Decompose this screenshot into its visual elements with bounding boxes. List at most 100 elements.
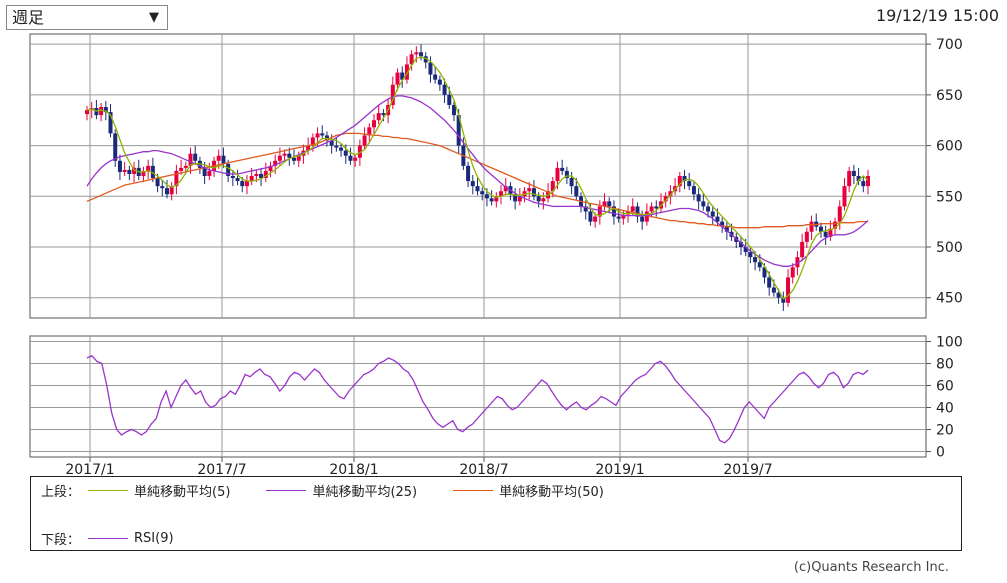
legend-row-upper: 上段： 単純移動平均(5) 単純移動平均(25) 単純移動平均(50) bbox=[41, 481, 636, 500]
candle-body bbox=[334, 145, 339, 148]
legend-label-sma25: 単純移動平均(25) bbox=[312, 485, 418, 500]
price-tick-label: 700 bbox=[936, 37, 963, 53]
candle-body bbox=[348, 155, 353, 161]
candle-body bbox=[470, 181, 475, 187]
candle-body bbox=[866, 176, 870, 187]
candle-body bbox=[353, 157, 358, 161]
candle-body bbox=[753, 257, 758, 263]
candle-body bbox=[809, 221, 814, 232]
candle-body bbox=[371, 120, 376, 128]
rsi-tick-label: 60 bbox=[936, 379, 954, 395]
candle-body bbox=[207, 170, 212, 176]
candle-body bbox=[343, 150, 348, 156]
candle-body bbox=[282, 153, 287, 156]
candle-body bbox=[837, 206, 842, 222]
candle-body bbox=[320, 133, 325, 136]
price-tick-label: 550 bbox=[936, 189, 963, 205]
candle-body bbox=[569, 178, 574, 187]
candle-body bbox=[160, 186, 165, 189]
rsi-tick-label: 40 bbox=[936, 401, 954, 417]
candle-body bbox=[254, 173, 259, 176]
candle-body bbox=[447, 94, 452, 105]
candle-body bbox=[861, 181, 866, 187]
candle-body bbox=[414, 52, 419, 55]
candle-body bbox=[541, 198, 546, 202]
candle-body bbox=[706, 206, 711, 212]
candle-body bbox=[649, 206, 654, 212]
candle-body bbox=[790, 267, 795, 278]
candle-body bbox=[292, 157, 297, 161]
candle-body bbox=[155, 178, 160, 187]
rsi-tick-label: 100 bbox=[936, 335, 963, 351]
candle-body bbox=[574, 186, 579, 197]
candle-body bbox=[616, 216, 621, 219]
legend-item-sma25: 単純移動平均(25) bbox=[262, 481, 417, 500]
candle-body bbox=[800, 241, 805, 258]
candle-body bbox=[630, 206, 635, 212]
candle-body bbox=[395, 72, 400, 85]
candle-body bbox=[164, 188, 169, 195]
candle-body bbox=[376, 113, 381, 121]
candle-body bbox=[710, 211, 715, 217]
candle-body bbox=[607, 201, 612, 207]
candle-body bbox=[122, 169, 127, 172]
candle-body bbox=[221, 155, 226, 164]
candle-body bbox=[593, 216, 598, 222]
candle-body bbox=[419, 52, 424, 57]
candle-body bbox=[696, 194, 701, 202]
candle-body bbox=[691, 186, 696, 195]
candle-body bbox=[687, 181, 692, 187]
legend-item-sma50: 単純移動平均(50) bbox=[449, 481, 604, 500]
credit-text: (c)Quants Research Inc. bbox=[793, 560, 949, 575]
candle-body bbox=[786, 277, 791, 303]
candle-body bbox=[748, 252, 753, 258]
candle-body bbox=[640, 216, 645, 222]
candle-body bbox=[757, 262, 762, 268]
candle-body bbox=[527, 188, 532, 192]
candle-body bbox=[179, 167, 184, 171]
legend-lower-label: 下段： bbox=[41, 533, 81, 548]
candle-body bbox=[428, 62, 433, 75]
price-tick-label: 500 bbox=[936, 240, 963, 256]
legend-box: 上段： 単純移動平均(5) 単純移動平均(25) 単純移動平均(50) 下段： … bbox=[30, 476, 962, 551]
candle-body bbox=[588, 211, 593, 222]
legend-line-rsi bbox=[88, 538, 129, 539]
legend-line-sma50 bbox=[453, 490, 494, 491]
candle-body bbox=[433, 74, 438, 80]
price-tick-label: 600 bbox=[936, 139, 963, 155]
legend-item-sma5: 単純移動平均(5) bbox=[84, 481, 230, 500]
candle-body bbox=[113, 133, 118, 161]
price-tick-label: 450 bbox=[936, 291, 963, 307]
candle-body bbox=[771, 287, 776, 293]
candle-body bbox=[804, 231, 809, 242]
candle-body bbox=[842, 186, 847, 207]
candle-body bbox=[560, 167, 565, 171]
candle-body bbox=[362, 135, 367, 146]
rsi-panel-frame bbox=[29, 335, 927, 458]
candle-body bbox=[85, 110, 89, 115]
rsi-tick-label: 80 bbox=[936, 357, 954, 373]
candle-body bbox=[437, 79, 442, 85]
candle-body bbox=[230, 176, 235, 179]
candle-body bbox=[536, 196, 541, 202]
candle-body bbox=[240, 181, 245, 187]
legend-upper-label: 上段： bbox=[41, 485, 81, 500]
price-tick-label: 650 bbox=[936, 88, 963, 104]
candle-body bbox=[146, 165, 151, 171]
candle-body bbox=[480, 191, 485, 195]
rsi-tick-label: 0 bbox=[936, 445, 945, 461]
candle-body bbox=[183, 165, 188, 168]
legend-label-sma50: 単純移動平均(50) bbox=[499, 485, 604, 500]
candle-body bbox=[489, 198, 494, 202]
candle-body bbox=[193, 153, 198, 161]
candle-body bbox=[117, 160, 122, 172]
candle-body bbox=[287, 153, 292, 158]
candle-body bbox=[851, 170, 856, 176]
candle-body bbox=[339, 147, 344, 151]
candle-body bbox=[315, 133, 320, 138]
candle-body bbox=[475, 186, 480, 192]
candle-body bbox=[767, 277, 772, 288]
candle-body bbox=[701, 201, 706, 207]
legend-line-sma25 bbox=[266, 490, 307, 491]
legend-item-rsi: RSI(9) bbox=[84, 531, 174, 546]
